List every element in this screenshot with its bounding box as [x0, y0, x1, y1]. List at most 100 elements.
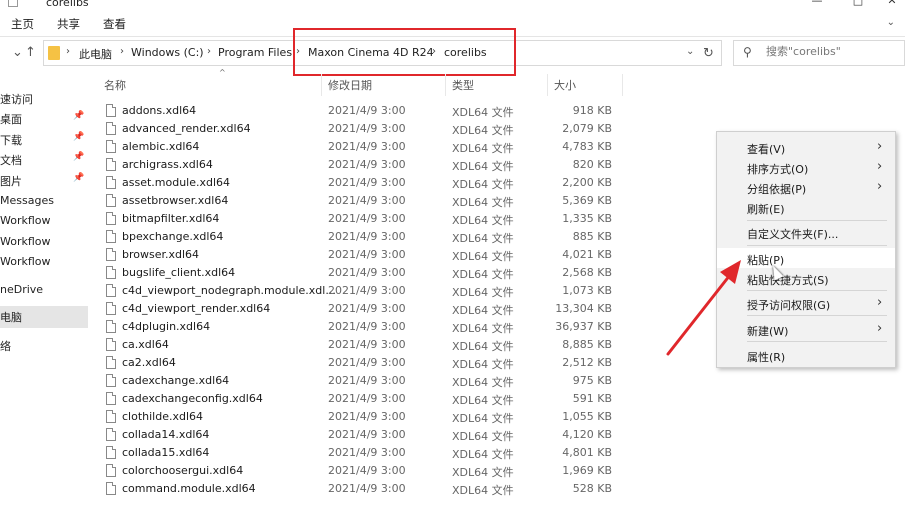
breadcrumb-separator-icon[interactable]: ›	[66, 46, 70, 57]
sidebar-item-desktop[interactable]: 桌面 📌	[0, 110, 88, 128]
column-header-size[interactable]: 大小	[554, 77, 576, 93]
file-row[interactable]: c4dplugin.xdl64 2021/4/9 3:00 XDL64 文件 36,9…	[103, 318, 623, 336]
file-row[interactable]: bugslife_client.xdl64 2021/4/9 3:00 XDL64 …	[103, 264, 623, 282]
file-row[interactable]: assetbrowser.xdl64 2021/4/9 3:00 XDL64 文件 5…	[103, 192, 623, 210]
column-divider[interactable]	[445, 74, 446, 96]
file-row[interactable]: c4d_viewport_nodegraph.module.xdl... 2021…	[103, 282, 623, 300]
menu-item-refresh[interactable]: 刷新(E)	[717, 197, 895, 217]
menu-separator	[747, 290, 887, 291]
file-icon	[106, 230, 116, 243]
menu-item-paste[interactable]: 粘贴(P)	[717, 248, 895, 268]
sidebar-item-pictures[interactable]: 图片 📌	[0, 172, 88, 190]
breadcrumb-separator-icon[interactable]: ›	[207, 46, 211, 57]
breadcrumb-this-pc[interactable]: 此电脑	[79, 46, 112, 62]
tab-home[interactable]: 主页	[11, 16, 34, 32]
minimize-icon[interactable]: —	[810, 0, 824, 7]
submenu-arrow-icon: ›	[877, 139, 883, 154]
column-header-date[interactable]: 修改日期	[328, 77, 372, 93]
context-menu: 查看(V) › 排序方式(O) › 分组依据(P) › 刷新(E) 自定义文件夹(F)…	[716, 131, 896, 368]
file-row[interactable]: clothilde.xdl64 2021/4/9 3:00 XDL64 文件 1,05…	[103, 408, 623, 426]
search-box[interactable]: ⚲	[733, 40, 905, 66]
quick-access-dropdown-icon[interactable]	[8, 0, 18, 7]
file-row[interactable]: bitmapfilter.xdl64 2021/4/9 3:00 XDL64 文件 1…	[103, 210, 623, 228]
file-row[interactable]: cadexchange.xdl64 2021/4/9 3:00 XDL64 文件 97…	[103, 372, 623, 390]
address-bar[interactable]: › 此电脑 › Windows (C:) › Program Files › M…	[43, 40, 722, 66]
file-row[interactable]: ca2.xdl64 2021/4/9 3:00 XDL64 文件 2,512 KB	[103, 354, 623, 372]
sidebar-item-messages[interactable]: Messages	[0, 193, 88, 211]
address-row: ⌄ ↑ › 此电脑 › Windows (C:) › Program Files…	[0, 37, 905, 70]
submenu-arrow-icon: ›	[877, 159, 883, 174]
menu-item-paste-shortcut[interactable]: 粘贴快捷方式(S)	[717, 268, 895, 288]
maximize-icon[interactable]: □	[851, 0, 865, 7]
file-row[interactable]: browser.xdl64 2021/4/9 3:00 XDL64 文件 4,021 …	[103, 246, 623, 264]
column-header-name[interactable]: 名称	[104, 77, 126, 93]
sidebar-item-workflow[interactable]: Workflow	[0, 234, 88, 252]
breadcrumb-program-files[interactable]: Program Files	[218, 46, 292, 59]
file-row[interactable]: advanced_render.xdl64 2021/4/9 3:00 XDL64 …	[103, 120, 623, 138]
sort-ascending-icon: ^	[219, 68, 226, 77]
title-bar: corelibs — □ ✕	[0, 0, 905, 12]
ribbon-expand-icon[interactable]: ⌄	[887, 17, 895, 28]
menu-item-view[interactable]: 查看(V) ›	[717, 137, 895, 157]
menu-item-give-access[interactable]: 授予访问权限(G) ›	[717, 293, 895, 313]
menu-separator	[747, 341, 887, 342]
file-row[interactable]: cadexchangeconfig.xdl64 2021/4/9 3:00 XDL6…	[103, 390, 623, 408]
menu-item-properties[interactable]: 属性(R)	[717, 345, 895, 365]
sidebar-item-workflow[interactable]: Workflow	[0, 254, 88, 272]
menu-item-customize-folder[interactable]: 自定义文件夹(F)...	[717, 222, 895, 242]
file-row[interactable]: command.module.xdl64 2021/4/9 3:00 XDL64 文…	[103, 480, 623, 498]
search-input[interactable]	[766, 45, 896, 58]
file-row[interactable]: ca.xdl64 2021/4/9 3:00 XDL64 文件 8,885 KB	[103, 336, 623, 354]
file-icon	[106, 122, 116, 135]
file-icon	[106, 158, 116, 171]
column-divider[interactable]	[321, 74, 322, 96]
file-row[interactable]: addons.xdl64 2021/4/9 3:00 XDL64 文件 918 KB	[103, 102, 623, 120]
breadcrumb-separator-icon[interactable]: ›	[120, 46, 124, 57]
menu-separator	[747, 220, 887, 221]
sidebar-item-network[interactable]: 络	[0, 337, 88, 355]
file-icon	[106, 320, 116, 333]
search-icon: ⚲	[743, 45, 752, 59]
breadcrumb-corelibs[interactable]: corelibs	[444, 46, 487, 59]
file-row[interactable]: asset.module.xdl64 2021/4/9 3:00 XDL64 文件 2…	[103, 174, 623, 192]
file-icon	[106, 446, 116, 459]
breadcrumb-maxon-cinema[interactable]: Maxon Cinema 4D R24	[308, 46, 434, 59]
menu-item-new[interactable]: 新建(W) ›	[717, 319, 895, 339]
breadcrumb-windows-c[interactable]: Windows (C:)	[131, 46, 204, 59]
sidebar-item-quick-access[interactable]: 速访问	[0, 90, 88, 108]
breadcrumb-separator-icon[interactable]: ›	[432, 46, 436, 57]
file-icon	[106, 356, 116, 369]
sidebar-item-documents[interactable]: 文档 📌	[0, 151, 88, 169]
file-icon	[106, 482, 116, 495]
file-row[interactable]: collada14.xdl64 2021/4/9 3:00 XDL64 文件 4,12…	[103, 426, 623, 444]
sidebar-item-onedrive[interactable]: neDrive	[0, 282, 88, 300]
file-row[interactable]: alembic.xdl64 2021/4/9 3:00 XDL64 文件 4,783 …	[103, 138, 623, 156]
tab-view[interactable]: 查看	[103, 16, 126, 32]
column-header-type[interactable]: 类型	[452, 77, 474, 93]
file-row[interactable]: archigrass.xdl64 2021/4/9 3:00 XDL64 文件 820…	[103, 156, 623, 174]
menu-item-group-by[interactable]: 分组依据(P) ›	[717, 177, 895, 197]
refresh-icon[interactable]: ↻	[703, 46, 714, 61]
tab-share[interactable]: 共享	[57, 16, 80, 32]
file-row[interactable]: c4d_viewport_render.xdl64 2021/4/9 3:00 XD…	[103, 300, 623, 318]
file-icon	[106, 194, 116, 207]
file-icon	[106, 212, 116, 225]
menu-separator	[747, 315, 887, 316]
file-row[interactable]: colorchoosergui.xdl64 2021/4/9 3:00 XDL64 …	[103, 462, 623, 480]
recent-locations-icon[interactable]: ⌄	[12, 45, 23, 60]
file-row[interactable]: collada15.xdl64 2021/4/9 3:00 XDL64 文件 4,80…	[103, 444, 623, 462]
close-icon[interactable]: ✕	[885, 0, 899, 7]
file-row[interactable]: bpexchange.xdl64 2021/4/9 3:00 XDL64 文件 885…	[103, 228, 623, 246]
sidebar-item-this-pc[interactable]: 电脑	[0, 306, 88, 328]
pin-icon: 📌	[73, 173, 85, 183]
breadcrumb-separator-icon[interactable]: ›	[296, 46, 300, 57]
menu-item-sort-by[interactable]: 排序方式(O) ›	[717, 157, 895, 177]
column-divider[interactable]	[622, 74, 623, 96]
pin-icon: 📌	[73, 132, 85, 142]
sidebar-item-downloads[interactable]: 下载 📌	[0, 131, 88, 149]
sidebar-item-workflow[interactable]: Workflow	[0, 213, 88, 231]
column-divider[interactable]	[547, 74, 548, 96]
file-icon	[106, 176, 116, 189]
up-arrow-icon[interactable]: ↑	[25, 45, 36, 60]
address-dropdown-icon[interactable]: ⌄	[686, 46, 694, 57]
